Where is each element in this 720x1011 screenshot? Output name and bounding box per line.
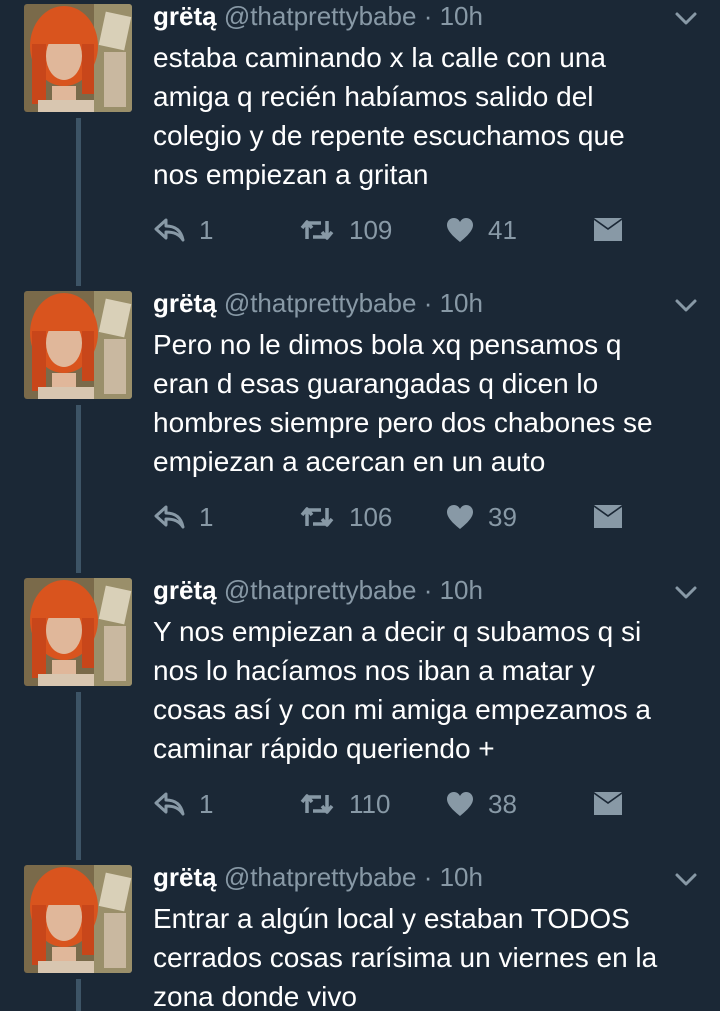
like-count: 38 <box>488 788 517 819</box>
tweet-header: grëtą @thatprettybabe · 10h <box>153 287 483 319</box>
avatar[interactable] <box>24 4 132 112</box>
tweet-text-line: estaba caminando x la calle con una <box>153 42 606 73</box>
tweet-text: Pero no le dimos bola xq pensamos q eran… <box>153 325 698 481</box>
like-button[interactable]: 41 <box>446 210 517 250</box>
tweet-text-line: Entrar a algún local y estaban TODOS <box>153 903 630 934</box>
display-name[interactable]: grëtą <box>153 1 217 31</box>
retweet-count: 109 <box>349 214 393 245</box>
tweet-text: Y nos empiezan a decir q subamos q si no… <box>153 612 698 768</box>
display-name[interactable]: grëtą <box>153 862 217 892</box>
user-handle[interactable]: @thatprettybabe <box>224 288 417 318</box>
reply-count: 1 <box>199 214 214 245</box>
timestamp[interactable]: 10h <box>440 862 483 892</box>
tweet-text-line: eran d esas guarangadas q dicen lo <box>153 368 599 399</box>
timestamp[interactable]: 10h <box>440 288 483 318</box>
thread-line <box>76 405 81 573</box>
chevron-down-icon[interactable] <box>672 295 700 317</box>
user-handle[interactable]: @thatprettybabe <box>224 862 417 892</box>
retweet-button[interactable]: 109 <box>299 210 392 250</box>
reply-count: 1 <box>199 501 214 532</box>
tweet-text-line: caminar rápido queriendo + <box>153 733 495 764</box>
retweet-count: 106 <box>349 501 393 532</box>
tweet-header: grëtą @thatprettybabe · 10h <box>153 0 483 32</box>
timestamp[interactable]: 10h <box>440 575 483 605</box>
like-button[interactable]: 38 <box>446 784 517 824</box>
envelope-icon <box>594 505 622 528</box>
tweet-actions: 1 109 41 <box>153 210 653 250</box>
tweet-text-line: Pero no le dimos bola xq pensamos q <box>153 329 622 360</box>
tweet-text-line: colegio y de repente escuchamos que <box>153 120 625 151</box>
envelope-icon <box>594 792 622 815</box>
like-count: 39 <box>488 501 517 532</box>
tweet-actions: 1 110 38 <box>153 784 653 824</box>
retweet-button[interactable]: 106 <box>299 497 392 537</box>
tweet-actions: 1 106 39 <box>153 497 653 537</box>
retweet-button[interactable]: 110 <box>299 784 390 824</box>
chevron-down-icon[interactable] <box>672 582 700 604</box>
retweet-icon <box>300 220 334 240</box>
reply-icon <box>154 218 185 242</box>
envelope-icon <box>594 218 622 241</box>
tweet-text: estaba caminando x la calle con una amig… <box>153 38 698 194</box>
retweet-icon <box>300 794 334 814</box>
timestamp[interactable]: 10h <box>440 1 483 31</box>
thread-line <box>76 118 81 286</box>
heart-icon <box>447 792 473 816</box>
retweet-count: 110 <box>349 788 391 819</box>
display-name[interactable]: grëtą <box>153 288 217 318</box>
tweet-text: Entrar a algún local y estaban TODOS cer… <box>153 899 698 1011</box>
display-name[interactable]: grëtą <box>153 575 217 605</box>
tweet-text-line: cosas así y con mi amiga empezamos a <box>153 694 651 725</box>
tweet[interactable]: grëtą @thatprettybabe · 10h Entrar a alg… <box>0 861 720 1011</box>
reply-count: 1 <box>199 788 214 819</box>
separator-dot: · <box>423 1 433 31</box>
avatar[interactable] <box>24 291 132 399</box>
tweet[interactable]: grëtą @thatprettybabe · 10h Pero no le d… <box>0 287 720 574</box>
tweet-text-line: empiezan a acercan en un auto <box>153 446 546 477</box>
reply-button[interactable]: 1 <box>153 497 213 537</box>
separator-dot: · <box>423 575 433 605</box>
avatar[interactable] <box>24 865 132 973</box>
chevron-down-icon[interactable] <box>672 869 700 891</box>
user-handle[interactable]: @thatprettybabe <box>224 575 417 605</box>
direct-message-button[interactable] <box>593 210 623 250</box>
avatar[interactable] <box>24 578 132 686</box>
direct-message-button[interactable] <box>593 784 623 824</box>
like-button[interactable]: 39 <box>446 497 517 537</box>
tweet-text-line: nos lo hacíamos nos iban a matar y <box>153 655 596 686</box>
retweet-icon <box>300 507 334 527</box>
tweet[interactable]: grëtą @thatprettybabe · 10h Y nos empiez… <box>0 574 720 861</box>
tweet-text-line: Y nos empiezan a decir q subamos q si <box>153 616 642 647</box>
direct-message-button[interactable] <box>593 497 623 537</box>
tweet-text-line: amiga q recién habíamos salido del <box>153 81 594 112</box>
like-count: 41 <box>488 214 517 245</box>
reply-button[interactable]: 1 <box>153 210 213 250</box>
separator-dot: · <box>423 862 433 892</box>
user-handle[interactable]: @thatprettybabe <box>224 1 417 31</box>
tweet-text-line: hombres siempre pero dos chabones se <box>153 407 653 438</box>
thread-line <box>76 979 81 1011</box>
thread-line <box>76 692 81 860</box>
reply-button[interactable]: 1 <box>153 784 213 824</box>
tweet-text-line: nos empiezan a gritan <box>153 159 429 190</box>
tweet-header: grëtą @thatprettybabe · 10h <box>153 861 483 893</box>
tweet-text-line: zona donde vivo <box>153 981 357 1011</box>
chevron-down-icon[interactable] <box>672 8 700 30</box>
tweet-text-line: cerrados cosas rarísima un viernes en la <box>153 942 658 973</box>
tweet-header: grëtą @thatprettybabe · 10h <box>153 574 483 606</box>
heart-icon <box>447 505 473 529</box>
separator-dot: · <box>423 288 433 318</box>
reply-icon <box>154 505 185 529</box>
tweet[interactable]: grëtą @thatprettybabe · 10h estaba camin… <box>0 0 720 287</box>
reply-icon <box>154 792 185 816</box>
heart-icon <box>447 218 473 242</box>
